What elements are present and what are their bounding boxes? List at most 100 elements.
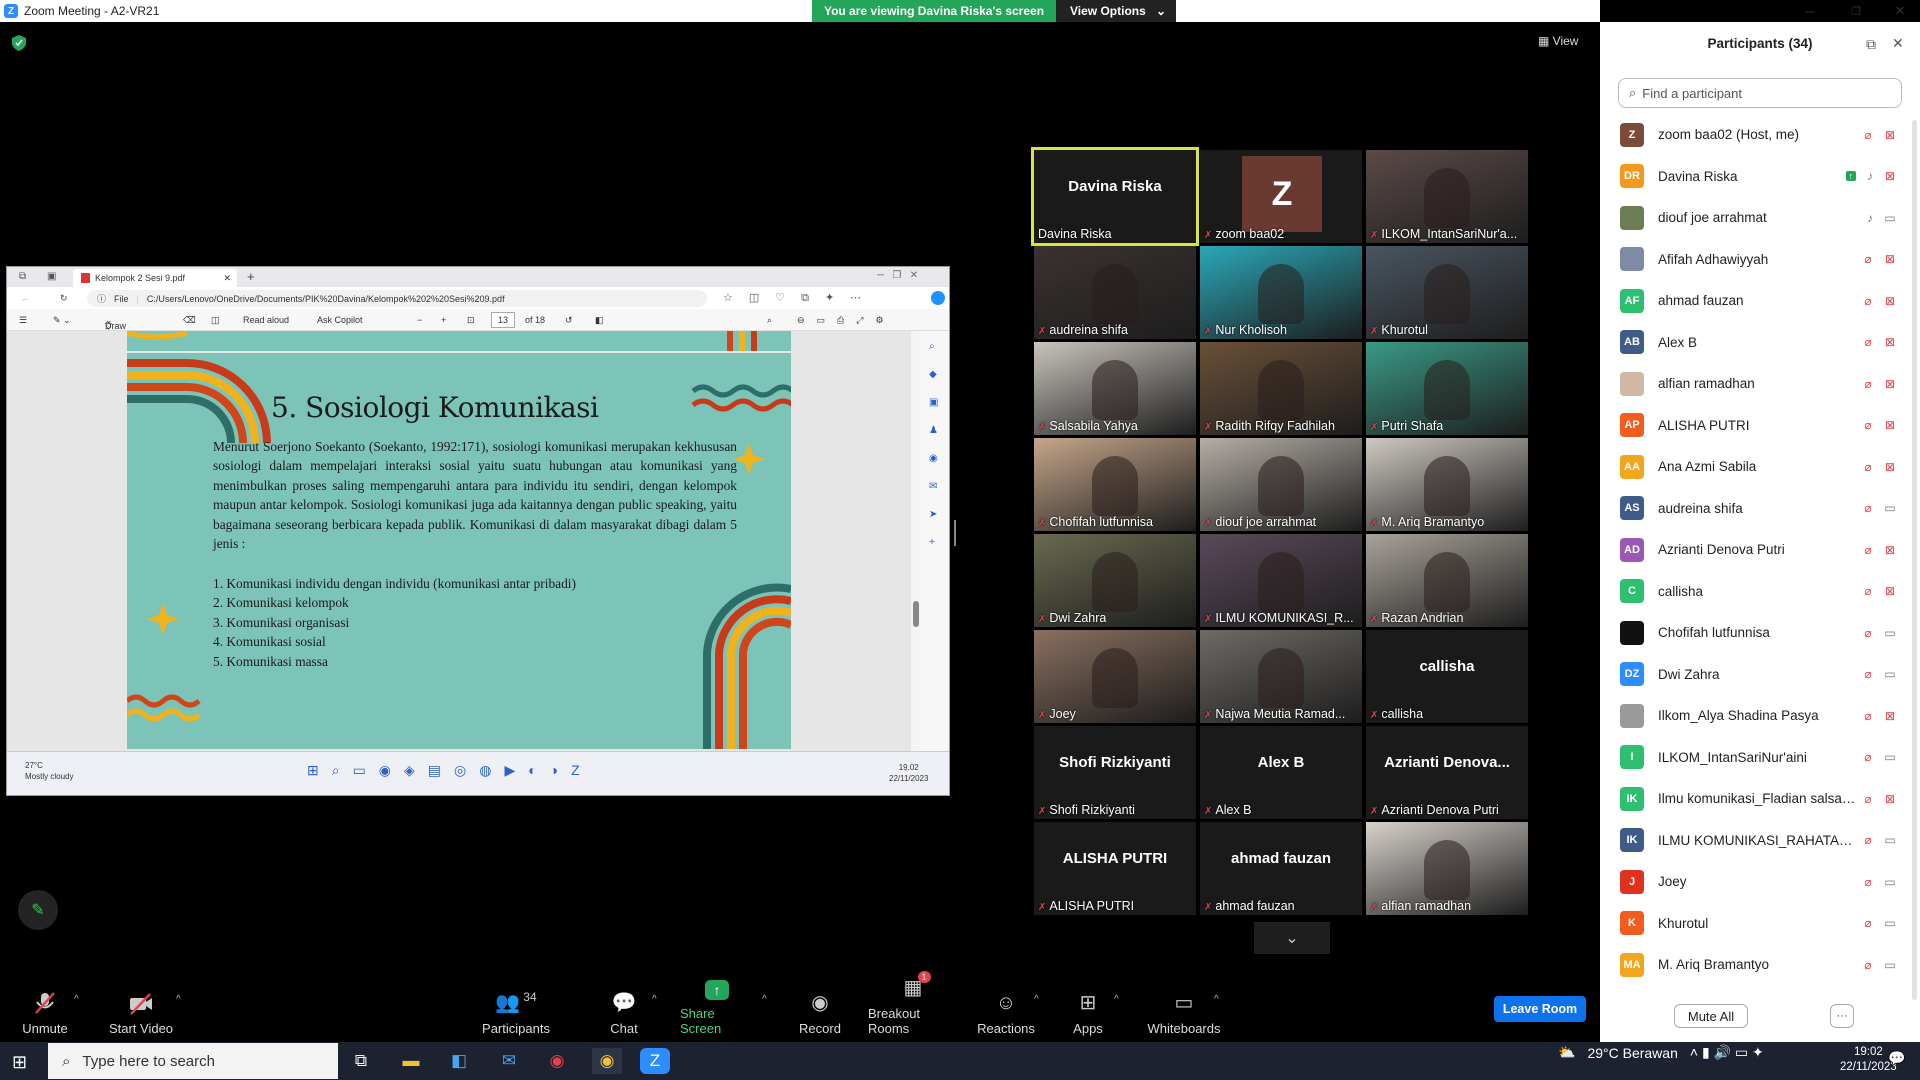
video-tile[interactable]: ✗ Nur Kholisoh [1200,246,1362,339]
video-tile[interactable]: Shofi Rizkiyanti ✗ Shofi Rizkiyanti [1034,726,1196,819]
video-tile[interactable]: ✗ Dwi Zahra [1034,534,1196,627]
unmute-button[interactable]: Unmute [18,980,72,1042]
browser-toolbar-icons[interactable]: ☆◫♡⧉✦⋯ [723,291,877,305]
start-video-button[interactable]: Start Video [106,980,176,1042]
page-number-input[interactable]: 13 [491,312,516,328]
participants-button[interactable]: 👥 34 Participants [476,980,556,1042]
video-tile[interactable]: Alex B ✗ Alex B [1200,726,1362,819]
minimize-button[interactable]: ─ [1790,0,1830,22]
chat-options-caret[interactable]: ^ [652,994,657,1005]
chrome-icon[interactable]: ◉ [542,1048,572,1074]
refresh-icon[interactable]: ↻ [60,293,68,304]
popout-icon[interactable]: ⧉ [1866,36,1876,53]
zoom-in-icon[interactable]: + [441,315,446,325]
notifications-icon[interactable]: 💬 [1888,1050,1905,1067]
whiteboards-caret[interactable]: ^ [1214,994,1219,1005]
participant-row[interactable]: IK Ilmu komunikasi_Fladian salsabi... ⌀ ⊠ [1620,778,1900,819]
participant-scrollbar[interactable] [1912,120,1917,1000]
video-tile[interactable]: ALISHA PUTRI ✗ ALISHA PUTRI [1034,822,1196,915]
breakout-rooms-button[interactable]: ▦ 1 Breakout Rooms [868,971,958,1042]
video-tile[interactable]: Davina Riska Davina Riska [1031,147,1199,246]
participant-row[interactable]: AB Alex B ⌀ ⊠ [1620,322,1900,363]
video-tile[interactable]: ✗ diouf joe arrahmat [1200,438,1362,531]
search-pdf-icon[interactable]: ⌕ [767,315,772,326]
edge-sidebar-icons[interactable]: ⌕ ◆ ▣ ♟ ◉ ✉ ➤ + [929,333,938,557]
taskbar-search-input[interactable]: ⌕ Type here to search [48,1043,338,1079]
gallery-next-page-button[interactable]: ⌄ [1254,922,1330,954]
participant-row[interactable]: Zzoom baa02 (Host, me) ⌀ ⊠ [1620,114,1900,155]
rotate-icon[interactable]: ↺ [565,315,573,326]
read-aloud-button[interactable]: Read aloud [243,315,289,325]
two-page-icon[interactable]: ◧ [595,315,604,326]
zoom-taskbar-icon[interactable]: Z [640,1048,670,1074]
store-icon[interactable]: ◧ [444,1048,474,1074]
video-tile[interactable]: ✗ Razan Andrian [1366,534,1528,627]
mail-icon[interactable]: ✉ [494,1048,524,1074]
video-tile[interactable]: callisha ✗ callisha [1366,630,1528,723]
leave-room-button[interactable]: Leave Room [1494,996,1586,1022]
video-tile[interactable]: ✗ audreina shifa [1034,246,1196,339]
video-tile[interactable]: Z ✗ zoom baa02 [1200,150,1362,243]
participant-search-input[interactable]: ⌕ Find a participant [1618,78,1902,108]
close-panel-icon[interactable]: ✕ [1892,35,1904,52]
copilot-icon[interactable] [931,291,945,305]
apps-button[interactable]: ⊞ Apps [1068,980,1108,1042]
participant-row[interactable]: AA Ana Azmi Sabila ⌀ ⊠ [1620,446,1900,487]
participant-row[interactable]: DR Davina Riska ↑ ♪ ⊠ [1620,156,1900,197]
record-button[interactable]: ◉ Record [798,980,842,1042]
video-tile[interactable]: ✗ alfian ramadhan [1366,822,1528,915]
participant-row[interactable]: DZ Dwi Zahra ⌀ ▭ [1620,654,1900,695]
draw-button[interactable]: ▽ Draw ⌄ [105,315,126,331]
maximize-button[interactable]: ❐ [1836,0,1876,22]
participant-row[interactable]: Ilkom_Alya Shadina Pasya ⌀ ⊠ [1620,695,1900,736]
participant-row[interactable]: AD Azrianti Denova Putri ⌀ ⊠ [1620,529,1900,570]
chrome-profile-icon[interactable]: ◉ [592,1048,622,1074]
highlight-icon[interactable]: ✎ ⌄ [53,315,71,326]
video-tile[interactable]: ✗ ILMU KOMUNIKASI_R... [1200,534,1362,627]
tray-icons[interactable]: ˄ ▮ 🔊 ▭ ✦ [1690,1044,1764,1061]
new-tab-button[interactable]: + [247,269,255,284]
back-icon[interactable]: ← [21,293,30,303]
zoom-out-icon[interactable]: − [417,315,422,325]
participant-row[interactable]: Chofifah lutfunnisa ⌀ ▭ [1620,612,1900,653]
video-options-caret[interactable]: ^ [176,994,181,1005]
page-view-icon[interactable]: ◫ [211,315,220,326]
workspaces-icon[interactable]: ⧉ [19,271,26,282]
video-tile[interactable]: ✗ Salsabila Yahya [1034,342,1196,435]
close-tab-icon[interactable]: ✕ [223,273,231,284]
video-tile[interactable]: ✗ Najwa Meutia Ramad... [1200,630,1362,723]
share-options-caret[interactable]: ^ [762,994,767,1005]
task-view-icon[interactable]: ⧉ [346,1048,376,1074]
video-tile[interactable]: ✗ Radith Rifqy Fadhilah [1200,342,1362,435]
file-explorer-icon[interactable]: ▬ [396,1048,426,1074]
view-layout-button[interactable]: ▦ View [1538,34,1578,48]
close-button[interactable]: ✕ [1880,0,1920,22]
video-tile[interactable]: ✗ Chofifah lutfunnisa [1034,438,1196,531]
participant-row[interactable]: AP ALISHA PUTRI ⌀ ⊠ [1620,405,1900,446]
reactions-button[interactable]: ☺ Reactions [977,980,1035,1042]
video-tile[interactable]: ✗ ILKOM_IntanSariNur'a... [1366,150,1528,243]
video-tile[interactable]: ✗ Joey [1034,630,1196,723]
mute-all-button[interactable]: Mute All [1674,1004,1748,1028]
fit-page-icon[interactable]: ⊡ [467,315,475,326]
video-tile[interactable]: Azrianti Denova... ✗ Azrianti Denova Putri [1366,726,1528,819]
apps-caret[interactable]: ^ [1114,994,1119,1005]
ask-copilot-button[interactable]: Ask Copilot [317,315,363,325]
video-tile[interactable]: ✗ M. Ariq Bramantyo [1366,438,1528,531]
more-options-button[interactable]: ··· [1830,1004,1854,1028]
video-tile[interactable]: ✗ Khurotul [1366,246,1528,339]
windows-start-icon[interactable]: ⊞ [12,1052,27,1073]
participant-row[interactable]: IK ILMU KOMUNIKASI_RAHATAMA... ⌀ ▭ [1620,820,1900,861]
eraser-icon[interactable]: ⌫ [183,315,196,326]
participant-row[interactable]: AS audreina shifa ⌀ ▭ [1620,488,1900,529]
participant-row[interactable]: I ILKOM_IntanSariNur'aini ⌀ ▭ [1620,737,1900,778]
reactions-caret[interactable]: ^ [1034,994,1039,1005]
participant-row[interactable]: alfian ramadhan ⌀ ⊠ [1620,363,1900,404]
browser-tab-pdf[interactable]: Kelompok 2 Sesi 9.pdf ✕ [73,269,237,287]
whiteboards-button[interactable]: ▭ Whiteboards [1146,980,1222,1042]
share-screen-button[interactable]: ↑ Share Screen [680,980,754,1042]
share-resize-handle[interactable] [954,520,956,546]
participant-row[interactable]: MA M. Ariq Bramantyo ⌀ ▭ [1620,944,1900,985]
video-tile[interactable]: ✗ Putri Shafa [1366,342,1528,435]
video-tile[interactable]: ahmad fauzan ✗ ahmad fauzan [1200,822,1362,915]
